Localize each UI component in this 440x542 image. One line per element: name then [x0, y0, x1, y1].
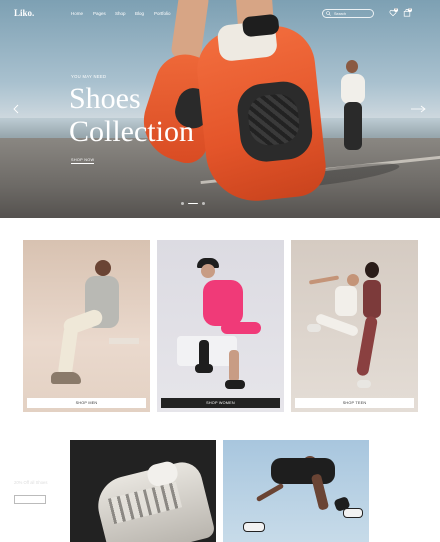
stool [109, 338, 139, 344]
athlete-body [271, 458, 335, 484]
slider-dot[interactable] [181, 202, 184, 205]
search-input[interactable]: Search [334, 12, 346, 16]
category-card-teen[interactable]: SHOP TEEN [291, 240, 418, 412]
category-card-women[interactable]: SHOP WOMEN [157, 240, 284, 412]
slider-dot[interactable] [202, 202, 205, 205]
model-head [95, 260, 111, 276]
hero-shop-now-button[interactable]: SHOP NOW [71, 158, 95, 164]
slider-dots [181, 202, 205, 205]
nav-link-shop[interactable]: Shop [115, 11, 126, 16]
nav-link-portfolio[interactable]: Portfolio [154, 11, 171, 16]
search-box[interactable]: Search [322, 9, 374, 18]
hero-shoe-right [193, 13, 329, 206]
hero-title: Shoes Collection [69, 82, 194, 148]
arrow-left-icon[interactable] [10, 104, 26, 114]
shop-men-button[interactable]: SHOP MEN [27, 398, 146, 408]
model-shoe [51, 372, 81, 384]
model-sneaker [225, 380, 245, 389]
athlete-arm [255, 482, 285, 503]
hero-eyebrow: YOU MAY NEED [71, 74, 107, 79]
model-head [201, 264, 215, 278]
athlete-sneaker [243, 522, 265, 532]
hero-banner: YOU MAY NEED Shoes Collection SHOP NOW [0, 0, 440, 218]
search-icon [326, 11, 331, 16]
model-top [363, 280, 381, 318]
hero-title-line-2: Collection [69, 115, 194, 148]
shop-women-button[interactable]: SHOP WOMEN [161, 398, 280, 408]
model-sneaker [357, 380, 371, 388]
shop-teen-button[interactable]: SHOP TEEN [295, 398, 414, 408]
model-arm [308, 275, 340, 285]
model-leggings [355, 315, 379, 377]
wishlist-count-badge: 0 [394, 8, 398, 12]
model-pink-shirt [203, 280, 243, 326]
sale-shop-now-button[interactable]: SHOP NOW [14, 495, 46, 504]
model-pink-hem [221, 322, 261, 334]
slider-dot-active[interactable] [188, 202, 198, 205]
top-navigation: Liko. Home Pages Shop Blog Portfolio Sea… [0, 0, 440, 28]
athlete-sneaker [343, 508, 363, 518]
model-shirt [335, 286, 357, 316]
sale-title: Sale [14, 454, 47, 474]
model-sneaker [195, 364, 213, 373]
sport-banner[interactable] [223, 440, 369, 542]
model-leg [229, 350, 239, 382]
nav-link-home[interactable]: Home [71, 11, 83, 16]
background-runner [336, 60, 372, 156]
model-sneaker [307, 324, 321, 332]
category-card-men[interactable]: SHOP MEN [23, 240, 150, 412]
nav-link-blog[interactable]: Blog [135, 11, 144, 16]
sale-subtitle: 20% Off all Shoes [14, 480, 48, 485]
model-trousers [314, 312, 360, 338]
cart-count-badge: 0 [408, 8, 412, 12]
model-head [365, 262, 379, 278]
brand-logo[interactable]: Liko. [14, 8, 34, 18]
nav-link-pages[interactable]: Pages [93, 11, 106, 16]
model-head-2 [347, 274, 359, 286]
model-leg [57, 325, 79, 377]
arrow-right-icon[interactable] [410, 104, 426, 114]
hero-title-line-1: Shoes [69, 82, 141, 115]
